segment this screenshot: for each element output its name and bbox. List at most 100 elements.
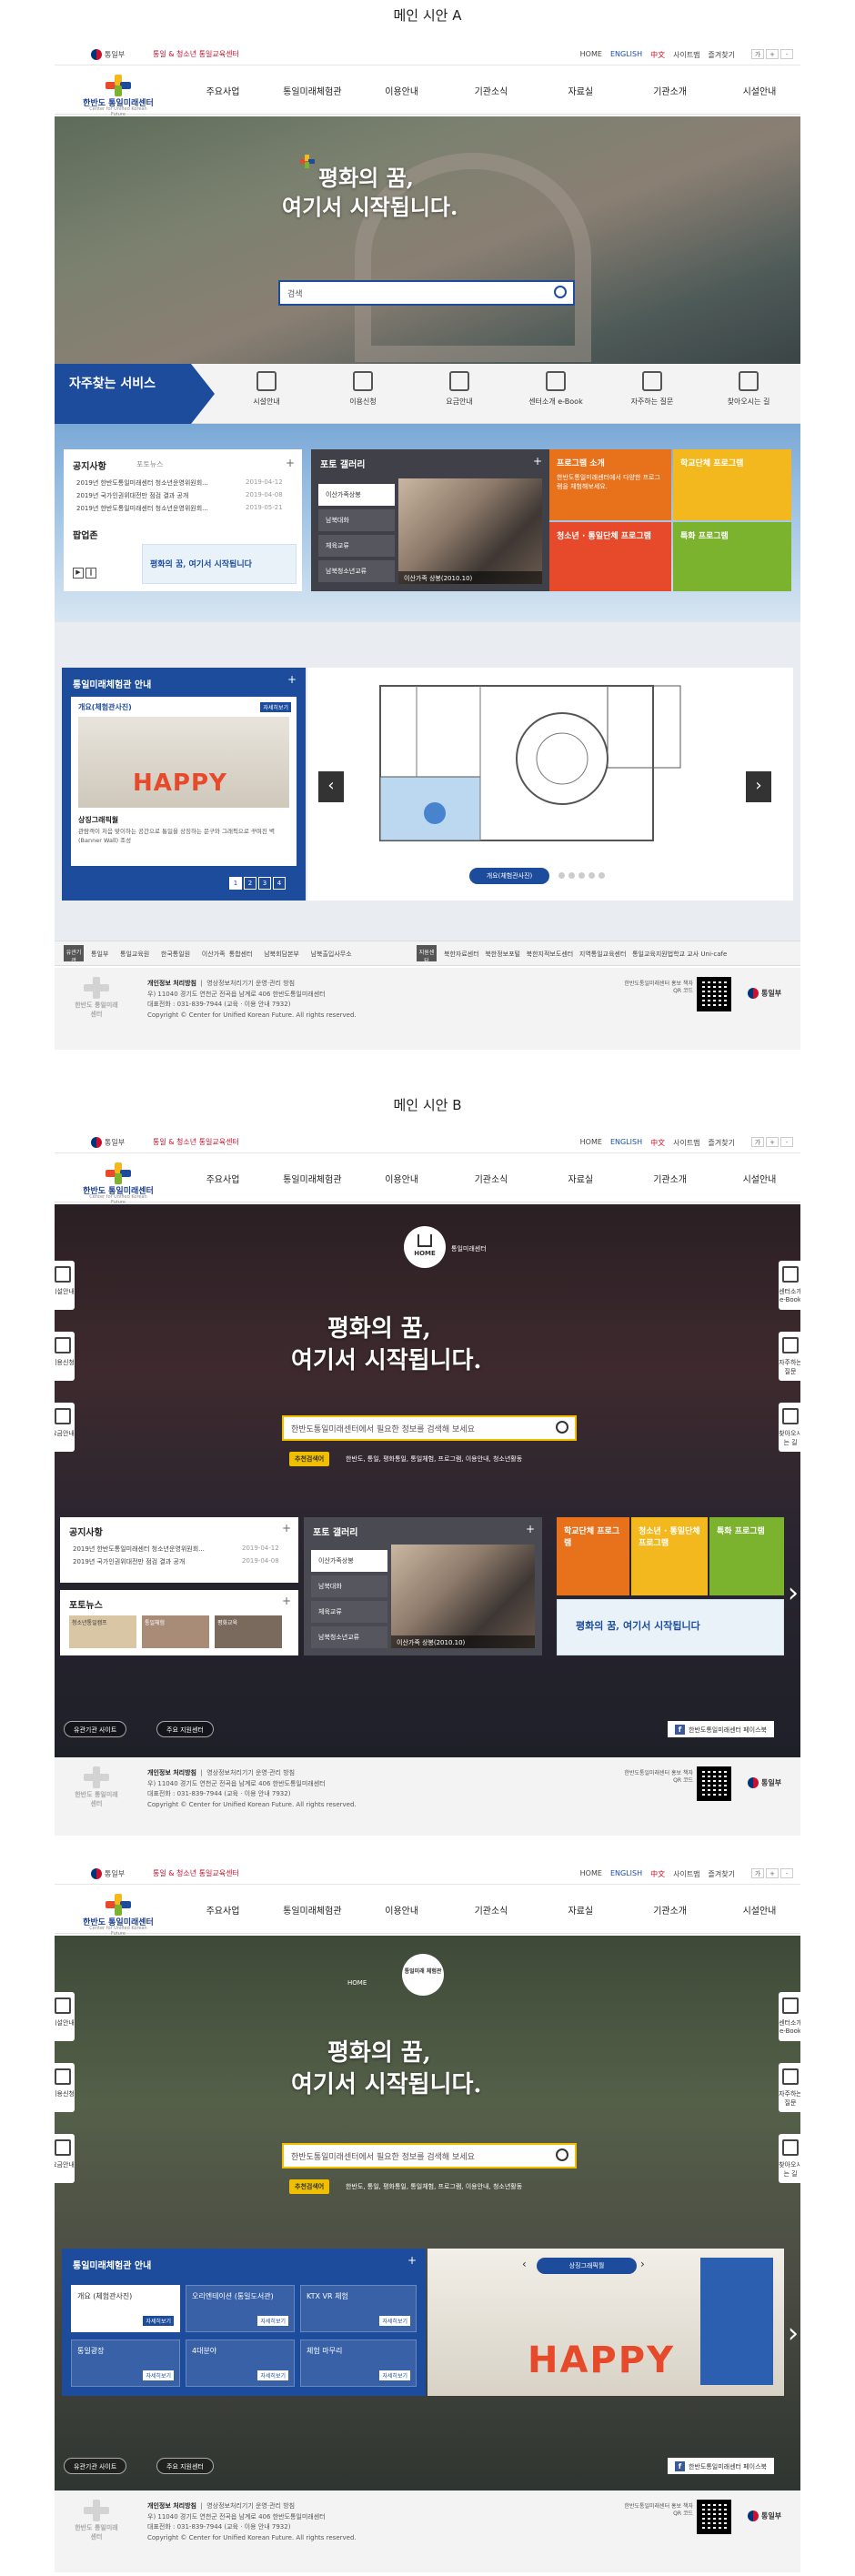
menu-item-facility[interactable]: 시설안내 bbox=[719, 84, 800, 97]
related-link[interactable]: 남북출입사무소 bbox=[311, 951, 352, 958]
experience-cell[interactable]: 오리엔테이션 (통일도서관) 자세히보기 bbox=[186, 2285, 295, 2332]
more-plus-icon[interactable]: + bbox=[282, 1522, 291, 1535]
experience-cell-active[interactable]: 개요 (체험관사진) 자세히보기 bbox=[71, 2285, 180, 2332]
gallery-item[interactable]: 남북청소년교류 bbox=[311, 1626, 387, 1648]
notice-item[interactable]: 2019년 한반도통일미래센터 청소년운영위원회... bbox=[76, 478, 208, 488]
menu-item-facility[interactable]: 시설안내 bbox=[719, 1903, 800, 1917]
program-special-tile[interactable]: 특화 프로그램 bbox=[709, 1517, 784, 1595]
support-link[interactable]: 통일교육지원법학교 교사 Uni-cafe bbox=[632, 951, 727, 958]
photonews-thumb[interactable]: 청소년통일캠프 bbox=[69, 1615, 136, 1648]
gallery-item[interactable]: 남북대화 bbox=[311, 1575, 387, 1597]
font-size-reset-button[interactable]: 가 bbox=[751, 1137, 764, 1147]
cctv-policy-link[interactable]: 영상정보처리기기 운영·관리 방침 bbox=[206, 1769, 295, 1776]
side-btn-location[interactable]: 찾아오시는 길 bbox=[779, 2134, 800, 2183]
more-plus-icon[interactable]: + bbox=[287, 673, 297, 686]
detail-button[interactable]: 자세히보기 bbox=[143, 2316, 174, 2326]
menu-item-guide[interactable]: 이용안내 bbox=[361, 1172, 443, 1185]
search-icon[interactable] bbox=[554, 286, 567, 298]
program-special-tile[interactable]: 특화 프로그램 bbox=[673, 522, 791, 591]
main-centers-dropdown[interactable]: 주요 지원센터 bbox=[156, 1721, 214, 1737]
util-english-link[interactable]: ENGLISH bbox=[610, 50, 642, 60]
support-link[interactable]: 지역통일교육센터 bbox=[579, 951, 627, 958]
more-plus-icon[interactable]: + bbox=[407, 2254, 417, 2267]
program-school-tile[interactable]: 학교단체 프로그램 bbox=[557, 1517, 629, 1595]
privacy-link[interactable]: 개인정보 처리방침 bbox=[147, 2502, 196, 2510]
menu-item-archive[interactable]: 자료실 bbox=[539, 84, 621, 97]
tab-notice[interactable]: 공지사항 bbox=[69, 1524, 103, 1538]
slide-prev-icon[interactable]: ‹ bbox=[522, 2258, 535, 2274]
gallery-photo[interactable]: 이산가족 상봉(2010.10) bbox=[398, 478, 542, 584]
side-btn-apply[interactable]: 이용신청 bbox=[55, 2063, 75, 2112]
popup-banner[interactable]: 평화의 꿈, 여기서 시작됩니다 bbox=[142, 544, 297, 584]
menu-item-experience[interactable]: 통일미래체험관 bbox=[271, 84, 353, 97]
detail-button[interactable]: 자세히보기 bbox=[143, 2370, 174, 2380]
menu-item-archive[interactable]: 자료실 bbox=[539, 1903, 621, 1917]
side-btn-fee[interactable]: 요금안내 bbox=[55, 2134, 75, 2183]
tab-photonews[interactable]: 포토뉴스 bbox=[136, 459, 163, 469]
gov-link[interactable]: 통일부 bbox=[91, 1137, 125, 1148]
related-link[interactable]: 통일교육원 bbox=[120, 951, 149, 958]
site-logo[interactable]: 한반도 통일미래센터 Center for Unified Korean Fut… bbox=[82, 1162, 155, 1205]
util-chinese-link[interactable]: 中文 bbox=[650, 1869, 665, 1879]
page-button[interactable]: 2 bbox=[244, 877, 256, 890]
font-size-up-button[interactable]: + bbox=[766, 49, 779, 59]
tab-notice[interactable]: 공지사항 bbox=[73, 458, 106, 472]
menu-item-business[interactable]: 주요사업 bbox=[182, 1903, 264, 1917]
menu-item-experience[interactable]: 통일미래체험관 bbox=[271, 1172, 353, 1185]
quick-item-faq[interactable]: 자주하는 질문 bbox=[613, 371, 691, 407]
side-btn-location[interactable]: 찾아오시는 길 bbox=[779, 1403, 800, 1452]
notice-item[interactable]: 2019년 한반도통일미래센터 청소년운영위원회... bbox=[73, 1545, 205, 1554]
related-sites-dropdown[interactable]: 유관기관 사이트 bbox=[64, 1721, 127, 1737]
footer-gov[interactable]: 통일부 bbox=[748, 2511, 781, 2521]
page-button[interactable]: 4 bbox=[273, 877, 286, 890]
map-dots[interactable] bbox=[558, 872, 609, 881]
side-btn-fee[interactable]: 요금안내 bbox=[55, 1403, 75, 1452]
experience-cell[interactable]: KTX VR 체험 자세히보기 bbox=[300, 2285, 417, 2332]
util-favorite-link[interactable]: 즐겨찾기 bbox=[709, 1869, 735, 1879]
search-icon[interactable] bbox=[556, 2148, 568, 2161]
privacy-link[interactable]: 개인정보 처리방침 bbox=[147, 980, 196, 987]
menu-item-about[interactable]: 기관소개 bbox=[629, 1903, 711, 1917]
util-home-link[interactable]: HOME bbox=[580, 1138, 602, 1148]
quick-item-location[interactable]: 찾아오시는 길 bbox=[709, 371, 788, 407]
breadcrumb-home[interactable]: HOME bbox=[347, 1979, 367, 1987]
util-sitemap-link[interactable]: 사이트맵 bbox=[673, 1138, 699, 1148]
side-btn-apply[interactable]: 이용신청 bbox=[55, 1332, 75, 1381]
detail-button[interactable]: 자세히보기 bbox=[257, 2316, 288, 2326]
more-plus-icon[interactable]: + bbox=[526, 1523, 535, 1535]
notice-item[interactable]: 2019년 국가인권위대전만 점검 결과 공개 bbox=[76, 491, 188, 500]
experience-cell[interactable]: 4대분야 자세히보기 bbox=[186, 2340, 295, 2387]
support-link[interactable]: 북한자료센터 bbox=[444, 951, 479, 958]
util-english-link[interactable]: ENGLISH bbox=[610, 1869, 642, 1879]
map-next-arrow[interactable]: › bbox=[746, 771, 771, 802]
gov-link[interactable]: 통일부 bbox=[91, 49, 125, 60]
cctv-policy-link[interactable]: 영상정보처리기기 운영·관리 방침 bbox=[206, 2502, 295, 2510]
gallery-item[interactable]: 남북청소년교류 bbox=[318, 560, 395, 582]
recommend-terms[interactable]: 한반도, 통일, 평화통일, 통일체험, 프로그램, 이용안내, 청소년활동 bbox=[346, 2182, 522, 2191]
more-plus-icon[interactable]: + bbox=[286, 457, 295, 469]
hero-search-a[interactable]: 검색 bbox=[278, 280, 575, 306]
more-plus-icon[interactable]: + bbox=[282, 1595, 291, 1607]
font-size-reset-button[interactable]: 가 bbox=[751, 49, 764, 59]
page-button[interactable]: 3 bbox=[258, 877, 271, 890]
search-icon[interactable] bbox=[556, 1421, 568, 1434]
site-logo[interactable]: 한반도 통일미래센터 Center for Unified Korean Fut… bbox=[82, 75, 155, 117]
map-prev-arrow[interactable]: ‹ bbox=[318, 771, 344, 802]
util-home-link[interactable]: HOME bbox=[580, 50, 602, 60]
menu-item-about[interactable]: 기관소개 bbox=[629, 84, 711, 97]
hero-search-b2[interactable]: 한반도통일미래센터에서 필요한 정보를 검색해 보세요 bbox=[282, 2143, 577, 2168]
gallery-item[interactable]: 남북대화 bbox=[318, 509, 395, 531]
hero-next-arrow[interactable]: › bbox=[788, 1577, 800, 1614]
program-school-tile[interactable]: 학교단체 프로그램 bbox=[673, 449, 791, 520]
font-size-down-button[interactable]: - bbox=[780, 1868, 793, 1878]
util-english-link[interactable]: ENGLISH bbox=[610, 1138, 642, 1148]
photo-slide-label[interactable]: 상징그래픽월 bbox=[537, 2258, 637, 2274]
notice-item[interactable]: 2019년 한반도통일미래센터 청소년운영위원회... bbox=[76, 504, 208, 513]
detail-button[interactable]: 자세히보기 bbox=[260, 702, 291, 712]
main-centers-dropdown[interactable]: 주요 지원센터 bbox=[156, 2458, 214, 2474]
util-favorite-link[interactable]: 즐겨찾기 bbox=[709, 1138, 735, 1148]
related-sites-dropdown[interactable]: 유관기관 사이트 bbox=[64, 2458, 127, 2474]
font-size-up-button[interactable]: + bbox=[766, 1868, 779, 1878]
util-sitemap-link[interactable]: 사이트맵 bbox=[673, 1869, 699, 1879]
photonews-thumb[interactable]: 통일체험 bbox=[142, 1615, 209, 1648]
